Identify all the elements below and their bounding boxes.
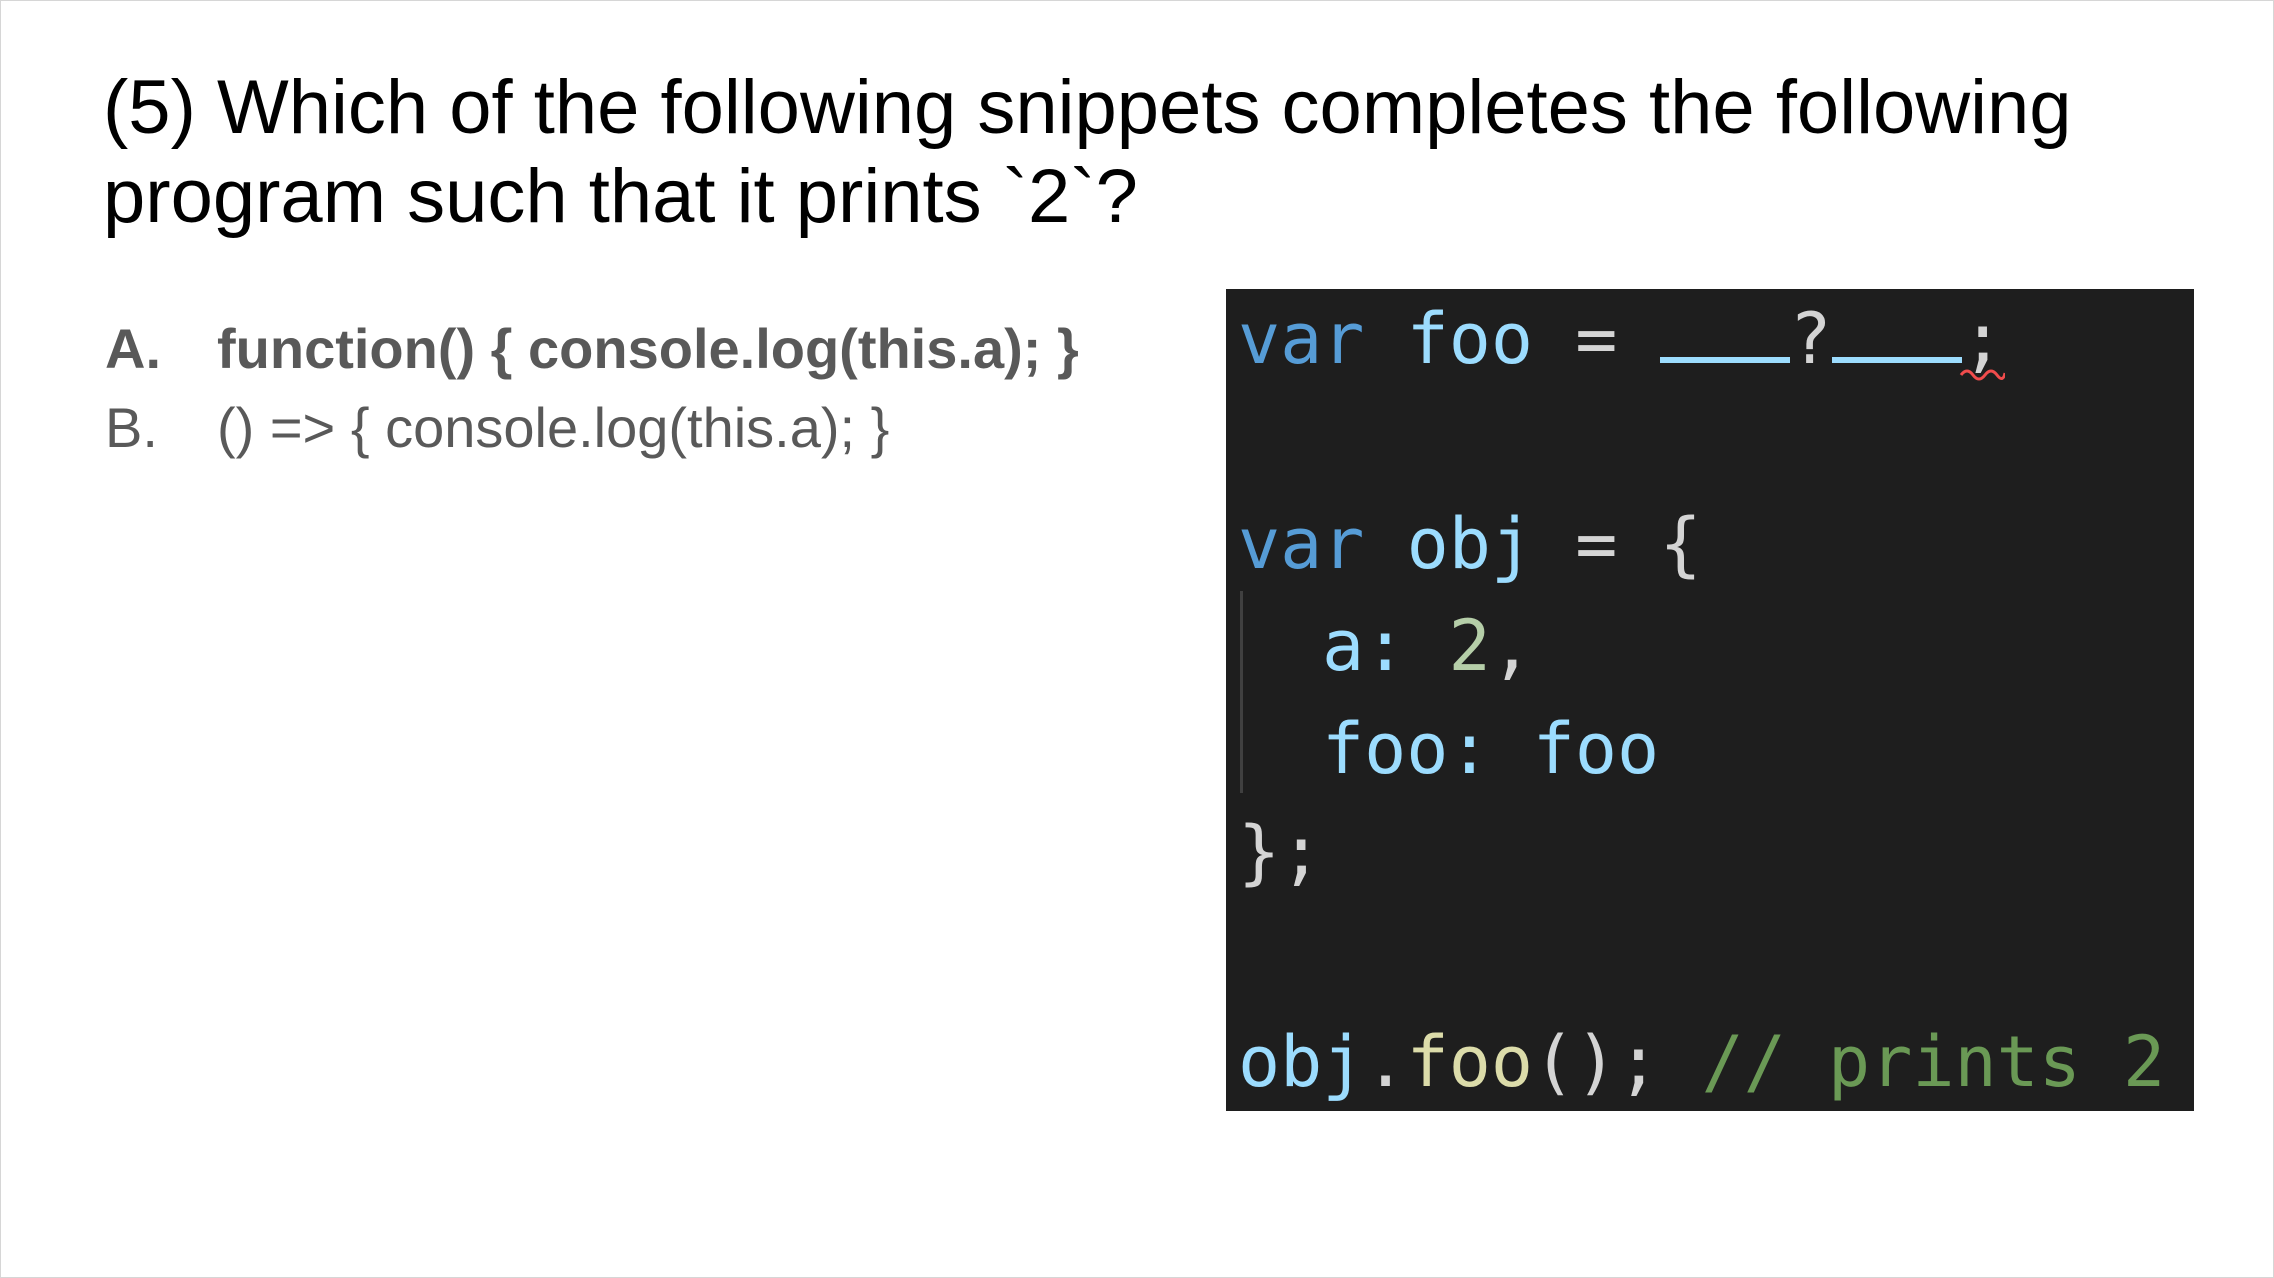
blank-underline [1659, 311, 1790, 363]
answer-options: A. function() { console.log(this.a); } B… [105, 309, 1205, 467]
code-call: (); [1533, 1021, 1660, 1103]
code-operator: = [1575, 298, 1618, 380]
code-line-1: var foo = ?; [1238, 294, 2004, 384]
code-function: foo [1406, 1021, 1534, 1103]
code-dot: . [1364, 1021, 1407, 1103]
option-letter: B. [105, 396, 158, 459]
option-a[interactable]: A. function() { console.log(this.a); } [105, 309, 1205, 388]
code-operator: = { [1575, 503, 1702, 585]
code-identifier: obj [1406, 503, 1534, 585]
code-identifier: foo [1406, 298, 1534, 380]
code-keyword: var [1238, 298, 1365, 380]
code-value: foo [1532, 708, 1660, 790]
option-text: function() { console.log(this.a); } [217, 317, 1079, 380]
option-letter: A. [105, 317, 161, 380]
code-comment: // prints 2 [1701, 1021, 2166, 1103]
code-placeholder: ? [1789, 298, 1832, 380]
error-squiggle-icon [1959, 369, 2005, 381]
code-key: a: [1322, 605, 1407, 687]
option-text: () => { console.log(this.a); } [217, 396, 890, 459]
code-comma: , [1490, 605, 1533, 687]
code-keyword: var [1238, 503, 1365, 585]
code-line-5: }; [1238, 807, 1322, 897]
code-number: 2 [1448, 605, 1491, 687]
blank-underline [1831, 311, 1962, 363]
code-identifier: obj [1238, 1021, 1365, 1103]
code-line-6: obj.foo(); // prints 2 [1238, 1017, 2165, 1107]
code-line-4: foo: foo [1322, 704, 1659, 794]
code-punct: }; [1238, 811, 1323, 893]
code-line-3: a: 2, [1322, 601, 1533, 691]
code-line-2: var obj = { [1238, 499, 1702, 589]
option-b[interactable]: B. () => { console.log(this.a); } [105, 388, 1205, 467]
code-key: foo: [1322, 708, 1491, 790]
slide: (5) Which of the following snippets comp… [0, 0, 2274, 1278]
indent-guide [1240, 591, 1243, 793]
question-title: (5) Which of the following snippets comp… [103, 65, 2072, 239]
code-snippet: var foo = ?; var obj = { a: 2, foo: foo … [1226, 289, 2194, 1111]
